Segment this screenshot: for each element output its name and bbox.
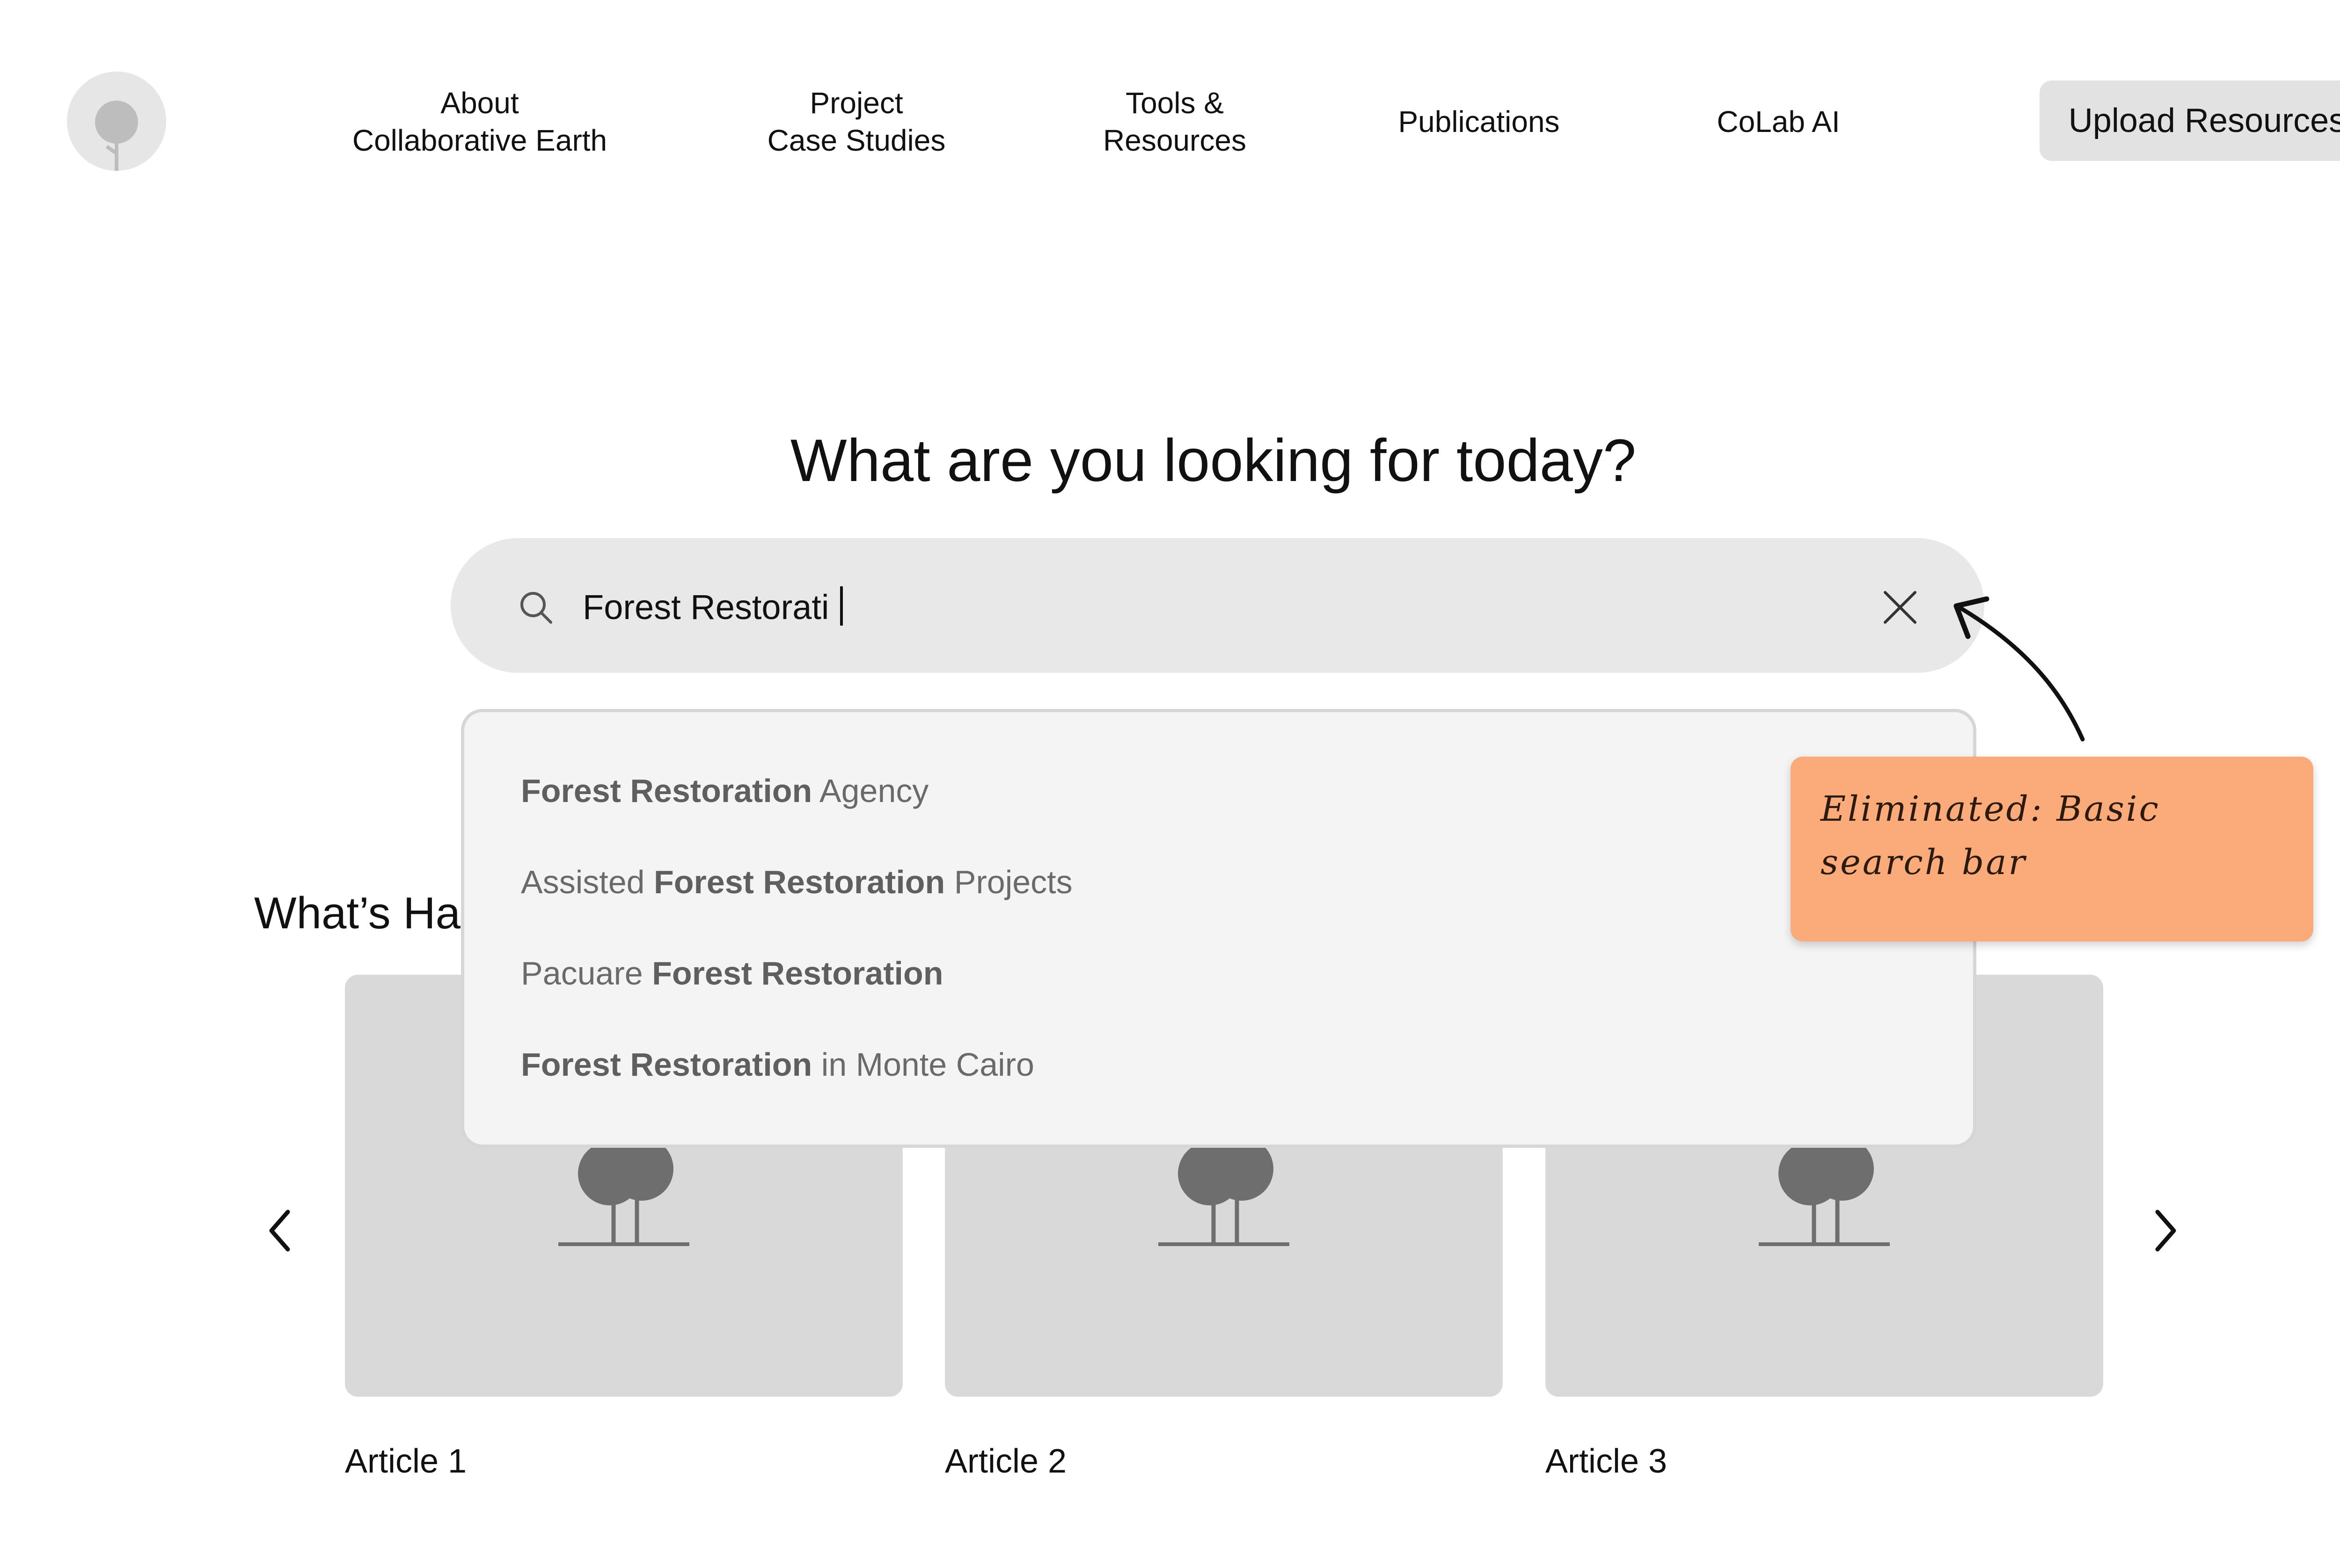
upload-resources-button[interactable]: Upload Resources [2040,80,2340,161]
suggestion-item[interactable]: Assisted Forest Restoration Projects [521,861,1073,903]
page-title: What are you looking for today? [790,427,1637,494]
nav-colab-ai[interactable]: CoLab AI [1675,103,1881,140]
suggestion-item[interactable]: Forest Restoration Agency [521,770,929,812]
nav-tools-resources[interactable]: Tools & Resources [1067,84,1282,159]
chevron-right-icon[interactable] [2143,1205,2186,1256]
suggestion-suffix: in Monte Cairo [812,1046,1034,1083]
suggestion-match: Forest Restoration [521,1046,812,1083]
close-icon[interactable] [1881,589,1919,626]
article-title[interactable]: Article 2 [945,1440,1067,1482]
nav-publications[interactable]: Publications [1357,103,1601,140]
suggestion-prefix: Assisted [521,864,654,900]
suggestion-prefix: Pacuare [521,955,652,992]
text-caret [840,586,843,626]
annotation-text: Eliminated: Basic search bar [1821,789,2160,882]
nav-about[interactable]: About Collaborative Earth [328,84,632,159]
suggestion-match: Forest Restoration [654,864,945,900]
search-input-value: Forest Restorati [583,588,829,627]
section-title: What’s Ha [254,888,461,938]
nav-project-case-studies[interactable]: Project Case Studies [739,84,973,159]
suggestion-match: Forest Restoration [521,773,812,809]
suggestion-item[interactable]: Pacuare Forest Restoration [521,952,943,994]
suggestion-match: Forest Restoration [652,955,943,992]
annotation-arrow-icon [1953,596,2085,742]
tree-logo-icon[interactable] [67,72,166,171]
article-title[interactable]: Article 3 [1545,1440,1667,1482]
suggestion-suffix: Agency [812,773,929,809]
suggestion-suffix: Projects [945,864,1073,900]
article-title[interactable]: Article 1 [345,1440,467,1482]
suggestion-item[interactable]: Forest Restoration in Monte Cairo [521,1043,1034,1086]
chevron-left-icon[interactable] [260,1205,302,1256]
search-input[interactable]: Forest Restorati [583,585,843,630]
search-icon [520,592,552,624]
